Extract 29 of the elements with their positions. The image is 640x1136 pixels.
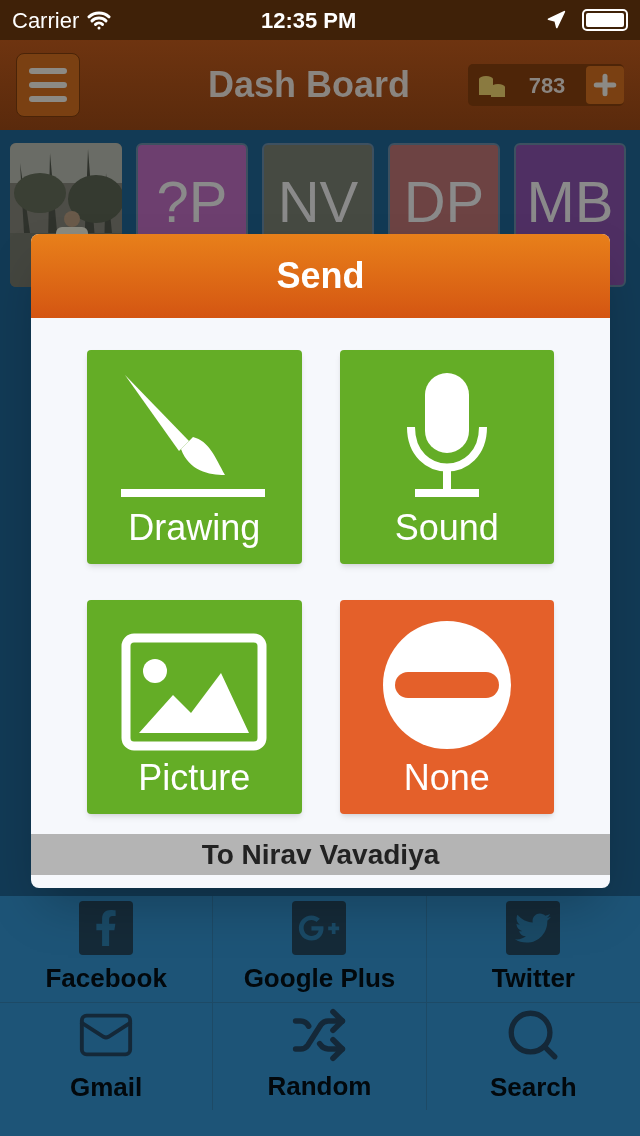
friend-initials: DP — [403, 173, 485, 231]
recipient-label: To Nirav Vavadiya — [201, 837, 440, 872]
add-coins-button[interactable] — [586, 66, 624, 104]
menu-button[interactable] — [16, 53, 80, 117]
no-entry-icon — [380, 619, 513, 751]
twitter-icon — [506, 900, 561, 955]
shuffle-icon — [291, 1007, 348, 1063]
page-title: Dash Board — [206, 63, 411, 107]
send-option-button[interactable]: None — [339, 600, 554, 814]
google-plus-icon — [292, 900, 347, 955]
image-icon — [121, 633, 268, 751]
share-option[interactable]: Google Plus — [213, 896, 427, 1003]
share-option[interactable]: Gmail — [0, 1003, 214, 1110]
location-icon — [546, 10, 566, 30]
share-option[interactable]: Facebook — [0, 896, 214, 1003]
share-option[interactable]: Random — [213, 1003, 427, 1110]
share-option[interactable]: Twitter — [426, 896, 640, 1003]
friend-initials: NV — [277, 173, 359, 231]
send-option-button[interactable]: Sound — [339, 350, 554, 564]
clock: 12:35 PM — [259, 6, 358, 35]
battery-icon — [582, 9, 628, 31]
send-option-button[interactable]: Drawing — [87, 350, 302, 564]
share-option[interactable]: Search — [426, 1003, 640, 1110]
friend-initials: MB — [526, 173, 614, 231]
coin-count: 783 — [527, 71, 567, 100]
send-option-button[interactable]: Picture — [87, 600, 302, 814]
facebook-icon — [79, 900, 134, 955]
friend-initials: ?P — [156, 173, 228, 231]
carrier-name: Carrier — [12, 6, 80, 35]
